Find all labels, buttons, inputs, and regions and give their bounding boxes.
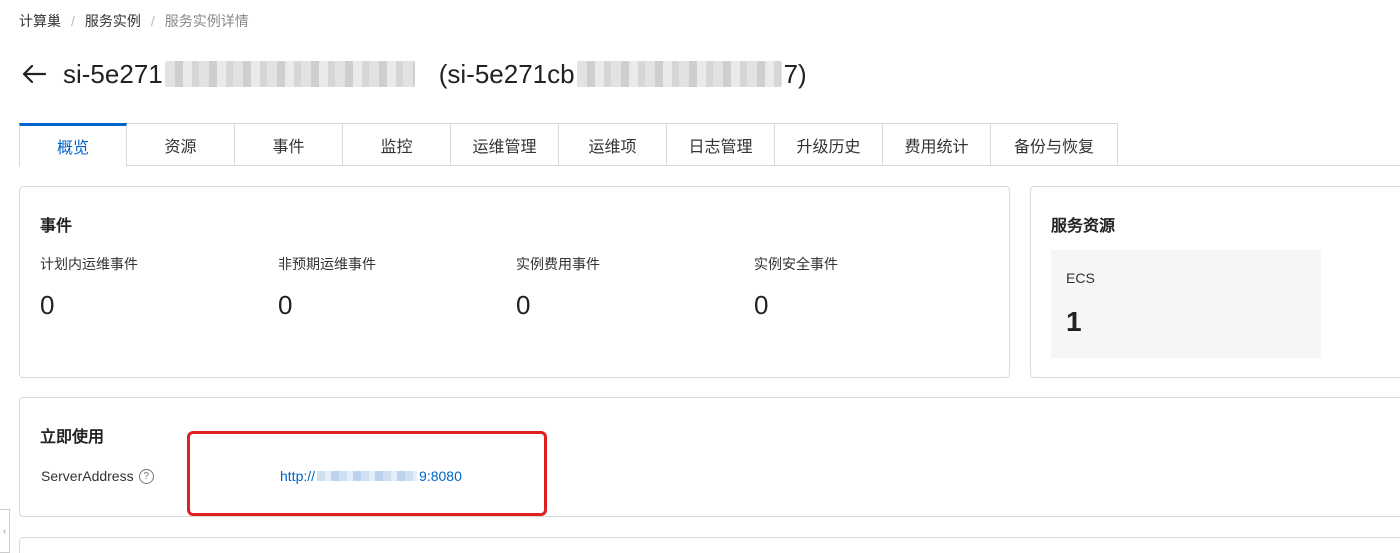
resource-stat-ecs[interactable]: ECS 1 <box>1051 250 1321 358</box>
tab-backup-restore[interactable]: 备份与恢复 <box>991 123 1118 166</box>
next-section-card <box>19 537 1400 553</box>
tab-overview[interactable]: 概览 <box>19 123 127 167</box>
metric-value: 0 <box>516 290 531 320</box>
tab-bar: 概览 资源 事件 监控 运维管理 运维项 日志管理 升级历史 费用统计 备份与恢… <box>19 123 1400 167</box>
service-resources-card: 服务资源 ECS 1 <box>1030 186 1400 378</box>
instance-id-prefix: si-5e271 <box>63 58 163 89</box>
breadcrumb: 计算巢 / 服务实例 / 服务实例详情 <box>19 11 249 31</box>
tab-cost-stats[interactable]: 费用统计 <box>883 123 991 166</box>
tab-ops-items[interactable]: 运维项 <box>559 123 667 166</box>
server-address-link[interactable]: http:// 9:8080 <box>280 468 462 484</box>
use-now-title: 立即使用 <box>40 429 105 446</box>
metric-label: 非预期运维事件 <box>278 256 376 272</box>
redacted-id <box>576 61 782 87</box>
instance-id-paren-prefix: (si-5e271cb <box>438 58 575 89</box>
tab-ops-management[interactable]: 运维管理 <box>451 123 559 166</box>
breadcrumb-item-service-instance[interactable]: 服务实例 <box>85 11 141 31</box>
redacted-address <box>317 471 418 481</box>
back-button[interactable] <box>19 59 49 89</box>
metric-label: 计划内运维事件 <box>40 256 138 272</box>
metric-value: 0 <box>278 290 293 320</box>
metric-cost-events: 实例费用事件 0 <box>516 254 736 321</box>
chevron-left-icon: ‹ <box>2 525 7 537</box>
title-row: si-5e271 (si-5e271cb 7) <box>19 54 807 94</box>
instance-id-paren-suffix: 7) <box>783 58 807 89</box>
tab-monitoring[interactable]: 监控 <box>343 123 451 166</box>
question-circle-icon[interactable]: ? <box>138 468 154 484</box>
metric-planned-ops: 计划内运维事件 0 <box>40 254 260 321</box>
redacted-id <box>164 61 415 87</box>
tab-log-management[interactable]: 日志管理 <box>667 123 775 166</box>
tab-events[interactable]: 事件 <box>235 123 343 166</box>
resource-count: 1 <box>1066 306 1082 337</box>
server-address-label-text: ServerAddress <box>41 468 134 484</box>
tab-upgrade-history[interactable]: 升级历史 <box>775 123 883 166</box>
events-title: 事件 <box>40 218 73 235</box>
link-prefix: http:// <box>280 468 316 484</box>
metric-label: 实例安全事件 <box>754 256 838 272</box>
breadcrumb-separator: / <box>71 13 75 29</box>
server-address-label: ServerAddress ? <box>41 468 154 484</box>
metric-value: 0 <box>754 290 769 320</box>
arrow-left-icon <box>22 64 47 84</box>
use-now-card: 立即使用 ServerAddress ? http:// 9:8080 <box>19 397 1400 517</box>
sidebar-collapse-handle[interactable]: ‹ <box>0 509 10 553</box>
link-suffix: 9:8080 <box>419 468 462 484</box>
metric-security-events: 实例安全事件 0 <box>754 254 974 321</box>
metric-label: 实例费用事件 <box>516 256 600 272</box>
service-resources-title: 服务资源 <box>1051 218 1116 235</box>
events-card: 事件 计划内运维事件 0 非预期运维事件 0 实例费用事件 0 实例安全事件 0 <box>19 186 1010 378</box>
breadcrumb-item-compute-nest[interactable]: 计算巢 <box>19 11 61 31</box>
tab-resources[interactable]: 资源 <box>127 123 235 166</box>
metric-unexpected-ops: 非预期运维事件 0 <box>278 254 498 321</box>
breadcrumb-separator: / <box>150 13 155 29</box>
resource-type: ECS <box>1066 270 1095 286</box>
breadcrumb-current: 服务实例详情 <box>164 13 249 29</box>
page-title: si-5e271 (si-5e271cb 7) <box>63 59 807 90</box>
metric-value: 0 <box>40 290 55 320</box>
